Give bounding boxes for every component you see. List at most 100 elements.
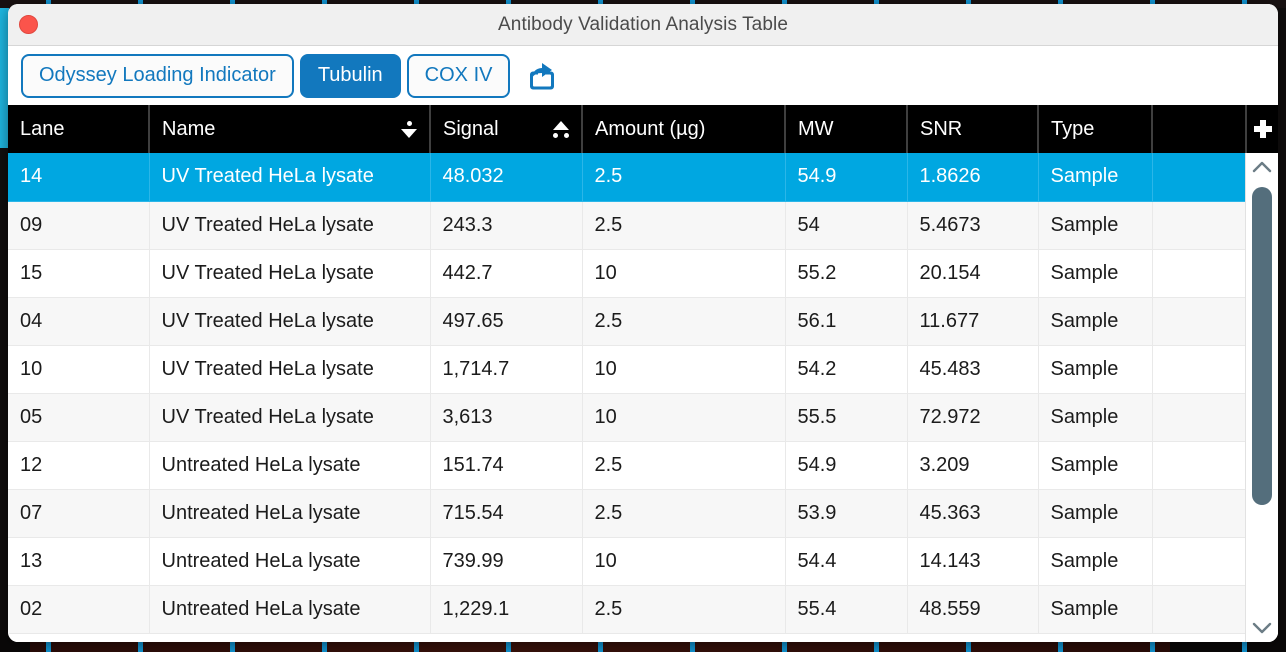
column-header-blank[interactable]: [1152, 105, 1246, 153]
cell-extra[interactable]: [1152, 297, 1246, 345]
cell-lane[interactable]: 07: [8, 489, 149, 537]
cell-amount[interactable]: 2.5: [582, 489, 785, 537]
cell-snr[interactable]: 48.559: [907, 585, 1038, 633]
cell-snr[interactable]: 1.8626: [907, 153, 1038, 201]
table-row[interactable]: 05UV Treated HeLa lysate3,6131055.572.97…: [8, 393, 1278, 441]
cell-amount[interactable]: 10: [582, 345, 785, 393]
cell-amount[interactable]: 2.5: [582, 441, 785, 489]
column-header-lane[interactable]: Lane: [8, 105, 149, 153]
cell-type[interactable]: Sample: [1038, 393, 1152, 441]
cell-amount[interactable]: 10: [582, 537, 785, 585]
cell-mw[interactable]: 54.2: [785, 345, 907, 393]
cell-name[interactable]: UV Treated HeLa lysate: [149, 249, 430, 297]
cell-amount[interactable]: 10: [582, 249, 785, 297]
cell-type[interactable]: Sample: [1038, 585, 1152, 633]
column-header-snr[interactable]: SNR: [907, 105, 1038, 153]
cell-name[interactable]: UV Treated HeLa lysate: [149, 153, 430, 201]
cell-mw[interactable]: 54.4: [785, 537, 907, 585]
table-row[interactable]: 10UV Treated HeLa lysate1,714.71054.245.…: [8, 345, 1278, 393]
table-body-scroll-area[interactable]: 14UV Treated HeLa lysate48.0322.554.91.8…: [8, 153, 1278, 642]
cell-mw[interactable]: 53.9: [785, 489, 907, 537]
cell-extra[interactable]: [1152, 201, 1246, 249]
cell-lane[interactable]: 13: [8, 537, 149, 585]
cell-extra[interactable]: [1152, 249, 1246, 297]
cell-lane[interactable]: 10: [8, 345, 149, 393]
cell-extra[interactable]: [1152, 345, 1246, 393]
column-header-amount[interactable]: Amount (µg): [582, 105, 785, 153]
cell-name[interactable]: Untreated HeLa lysate: [149, 441, 430, 489]
share-export-icon[interactable]: [520, 54, 564, 98]
cell-amount[interactable]: 2.5: [582, 201, 785, 249]
cell-name[interactable]: Untreated HeLa lysate: [149, 489, 430, 537]
cell-signal[interactable]: 151.74: [430, 441, 582, 489]
cell-signal[interactable]: 442.7: [430, 249, 582, 297]
cell-amount[interactable]: 2.5: [582, 297, 785, 345]
cell-snr[interactable]: 14.143: [907, 537, 1038, 585]
cell-signal[interactable]: 48.032: [430, 153, 582, 201]
cell-lane[interactable]: 09: [8, 201, 149, 249]
cell-type[interactable]: Sample: [1038, 489, 1152, 537]
cell-amount[interactable]: 2.5: [582, 585, 785, 633]
cell-mw[interactable]: 54.9: [785, 153, 907, 201]
cell-extra[interactable]: [1152, 585, 1246, 633]
tab-cox-iv[interactable]: COX IV: [407, 54, 511, 98]
chevron-up-icon[interactable]: [1246, 153, 1278, 181]
table-row[interactable]: 14UV Treated HeLa lysate48.0322.554.91.8…: [8, 153, 1278, 201]
cell-mw[interactable]: 54.9: [785, 441, 907, 489]
cell-type[interactable]: Sample: [1038, 345, 1152, 393]
cell-extra[interactable]: [1152, 393, 1246, 441]
cell-type[interactable]: Sample: [1038, 297, 1152, 345]
scrollbar-track[interactable]: [1246, 181, 1278, 614]
cell-type[interactable]: Sample: [1038, 201, 1152, 249]
tab-tubulin[interactable]: Tubulin: [300, 54, 401, 98]
cell-mw[interactable]: 56.1: [785, 297, 907, 345]
cell-snr[interactable]: 3.209: [907, 441, 1038, 489]
cell-amount[interactable]: 2.5: [582, 153, 785, 201]
cell-lane[interactable]: 04: [8, 297, 149, 345]
sort-descending-icon[interactable]: [401, 121, 417, 138]
table-row[interactable]: 15UV Treated HeLa lysate442.71055.220.15…: [8, 249, 1278, 297]
cell-name[interactable]: UV Treated HeLa lysate: [149, 345, 430, 393]
scrollbar-thumb[interactable]: [1252, 187, 1272, 505]
cell-type[interactable]: Sample: [1038, 153, 1152, 201]
cell-extra[interactable]: [1152, 441, 1246, 489]
cell-lane[interactable]: 12: [8, 441, 149, 489]
cell-amount[interactable]: 10: [582, 393, 785, 441]
cell-signal[interactable]: 715.54: [430, 489, 582, 537]
cell-lane[interactable]: 14: [8, 153, 149, 201]
vertical-scrollbar[interactable]: [1245, 153, 1278, 642]
cell-snr[interactable]: 45.363: [907, 489, 1038, 537]
chevron-down-icon[interactable]: [1246, 614, 1278, 642]
cell-signal[interactable]: 243.3: [430, 201, 582, 249]
cell-snr[interactable]: 45.483: [907, 345, 1038, 393]
column-header-mw[interactable]: MW: [785, 105, 907, 153]
cell-signal[interactable]: 1,229.1: [430, 585, 582, 633]
cell-name[interactable]: Untreated HeLa lysate: [149, 585, 430, 633]
cell-lane[interactable]: 05: [8, 393, 149, 441]
column-header-signal[interactable]: Signal: [430, 105, 582, 153]
cell-name[interactable]: UV Treated HeLa lysate: [149, 393, 430, 441]
cell-signal[interactable]: 497.65: [430, 297, 582, 345]
cell-snr[interactable]: 20.154: [907, 249, 1038, 297]
table-row[interactable]: 09UV Treated HeLa lysate243.32.5545.4673…: [8, 201, 1278, 249]
cell-extra[interactable]: [1152, 537, 1246, 585]
cell-name[interactable]: UV Treated HeLa lysate: [149, 201, 430, 249]
column-header-type[interactable]: Type: [1038, 105, 1152, 153]
cell-signal[interactable]: 739.99: [430, 537, 582, 585]
cell-name[interactable]: UV Treated HeLa lysate: [149, 297, 430, 345]
table-row[interactable]: 07Untreated HeLa lysate715.542.553.945.3…: [8, 489, 1278, 537]
cell-snr[interactable]: 5.4673: [907, 201, 1038, 249]
cell-type[interactable]: Sample: [1038, 441, 1152, 489]
cell-type[interactable]: Sample: [1038, 249, 1152, 297]
add-column-button[interactable]: [1246, 105, 1278, 153]
cell-mw[interactable]: 55.2: [785, 249, 907, 297]
cell-mw[interactable]: 55.5: [785, 393, 907, 441]
cell-signal[interactable]: 1,714.7: [430, 345, 582, 393]
cell-mw[interactable]: 55.4: [785, 585, 907, 633]
table-row[interactable]: 04UV Treated HeLa lysate497.652.556.111.…: [8, 297, 1278, 345]
cell-extra[interactable]: [1152, 153, 1246, 201]
cell-snr[interactable]: 11.677: [907, 297, 1038, 345]
close-window-icon[interactable]: [19, 15, 38, 34]
tab-odyssey-loading-indicator[interactable]: Odyssey Loading Indicator: [21, 54, 294, 98]
cell-type[interactable]: Sample: [1038, 537, 1152, 585]
